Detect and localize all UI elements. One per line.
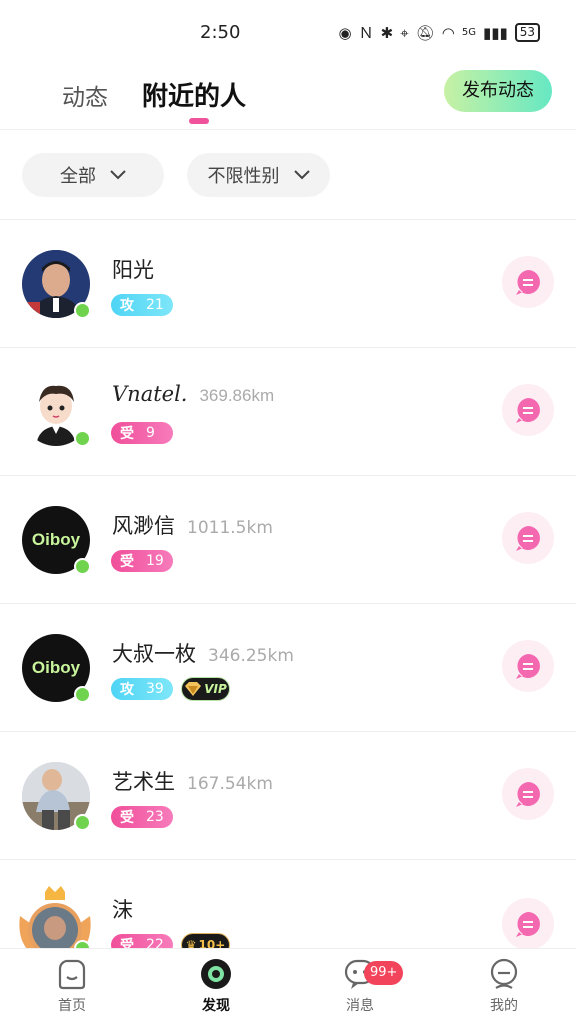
vip-label: VIP xyxy=(204,682,227,696)
signal-icon: ▮▮▮ xyxy=(482,23,508,42)
user-row[interactable]: Oiboy 大叔一枚 346.25km 攻 39 VIP xyxy=(0,604,576,732)
distance-label: 167.54km xyxy=(187,774,273,794)
user-name: 阳光 xyxy=(112,258,154,282)
chevron-down-icon xyxy=(293,170,310,180)
active-tab-indicator xyxy=(189,118,209,124)
wifi-icon: ◠ xyxy=(441,23,455,42)
publish-post-button[interactable]: 发布动态 xyxy=(444,70,552,112)
chat-bubble-icon xyxy=(516,526,540,551)
distance-label: 346.25km xyxy=(208,646,294,666)
location-icon: ⌖ xyxy=(400,23,409,42)
nav-discover[interactable]: 发现 xyxy=(176,957,256,1015)
status-bar: 2:50 ◉ Ｎ ✱ ⌖ 🔕︎ ◠ 5G ▮▮▮ 53 xyxy=(0,0,576,64)
nav-label: 首页 xyxy=(58,998,86,1014)
chat-button[interactable] xyxy=(502,512,554,564)
online-status-dot xyxy=(74,686,91,703)
unread-badge: 99+ xyxy=(364,961,404,985)
gender-filter-dropdown[interactable]: 不限性别 xyxy=(187,153,330,197)
chat-button[interactable] xyxy=(502,256,554,308)
chat-bubble-icon xyxy=(516,270,540,295)
user-row[interactable]: Vnatel. 369.86km 受9 xyxy=(0,348,576,476)
profile-icon xyxy=(490,958,518,989)
role-age-badge: 攻 21 xyxy=(111,294,173,316)
user-row[interactable]: 阳光 攻 21 xyxy=(0,220,576,348)
mute-icon: 🔕︎ xyxy=(415,23,435,42)
chat-bubble-icon xyxy=(516,782,540,807)
user-row[interactable]: 艺术生 167.54km 受 23 xyxy=(0,732,576,860)
online-status-dot xyxy=(74,558,91,575)
category-filter-label: 全部 xyxy=(60,166,96,187)
filter-bar: 全部 不限性别 xyxy=(0,130,576,220)
chat-bubble-icon xyxy=(516,654,540,679)
user-name: 风渺信 1011.5km xyxy=(112,514,273,538)
vip-badge: VIP xyxy=(181,677,230,701)
role-age-badge: 攻 39 xyxy=(111,678,173,700)
user-name: 艺术生 167.54km xyxy=(112,770,273,794)
user-row[interactable]: Oiboy 风渺信 1011.5km 受 19 xyxy=(0,476,576,604)
user-name: Vnatel. 369.86km xyxy=(112,382,275,406)
role-age-badge: 受9 xyxy=(111,422,173,444)
nav-messages[interactable]: 99+ 消息 xyxy=(320,957,404,1015)
chat-button[interactable] xyxy=(502,898,554,950)
bottom-nav: 首页 发现 99+ 消息 我的 xyxy=(0,948,576,1024)
bluetooth-icon: ✱ xyxy=(380,23,394,42)
network-label: 5G xyxy=(461,27,476,38)
nav-label: 消息 xyxy=(346,998,374,1014)
home-icon xyxy=(58,959,86,990)
nfc-icon: Ｎ xyxy=(358,24,374,42)
role-age-badge: 受 23 xyxy=(111,806,173,828)
tab-nearby-people[interactable]: 附近的人 xyxy=(142,76,246,113)
online-status-dot xyxy=(74,302,91,319)
nav-label: 发现 xyxy=(202,998,230,1014)
chat-bubble-icon xyxy=(516,398,540,423)
battery-icon: 53 xyxy=(514,23,540,42)
user-name: 沫 xyxy=(112,898,133,922)
distance-label: 369.86km xyxy=(199,386,275,405)
chat-button[interactable] xyxy=(502,384,554,436)
role-age-badge: 受 19 xyxy=(111,550,173,572)
user-name: 大叔一枚 346.25km xyxy=(112,642,294,666)
nav-profile[interactable]: 我的 xyxy=(464,957,544,1015)
discover-icon xyxy=(201,959,231,989)
oiboy-logo-text: Oiboy xyxy=(31,658,81,677)
status-time: 2:50 xyxy=(200,22,241,43)
chat-button[interactable] xyxy=(502,640,554,692)
status-icons: ◉ Ｎ ✱ ⌖ 🔕︎ ◠ 5G ▮▮▮ 53 xyxy=(339,22,540,43)
diamond-icon xyxy=(185,682,202,696)
nav-label: 我的 xyxy=(490,998,518,1014)
eye-icon: ◉ xyxy=(338,23,352,42)
oiboy-logo-text: Oiboy xyxy=(31,530,81,549)
chevron-down-icon xyxy=(110,170,126,180)
top-header: 动态 附近的人 发布动态 xyxy=(0,64,576,130)
online-status-dot xyxy=(74,814,91,831)
gender-filter-label: 不限性别 xyxy=(207,166,280,187)
distance-label: 1011.5km xyxy=(187,518,273,538)
tab-dongtai[interactable]: 动态 xyxy=(62,78,108,112)
category-filter-dropdown[interactable]: 全部 xyxy=(22,153,164,197)
online-status-dot xyxy=(74,430,91,447)
chat-button[interactable] xyxy=(502,768,554,820)
nav-home[interactable]: 首页 xyxy=(32,957,112,1015)
chat-bubble-icon xyxy=(516,912,540,937)
